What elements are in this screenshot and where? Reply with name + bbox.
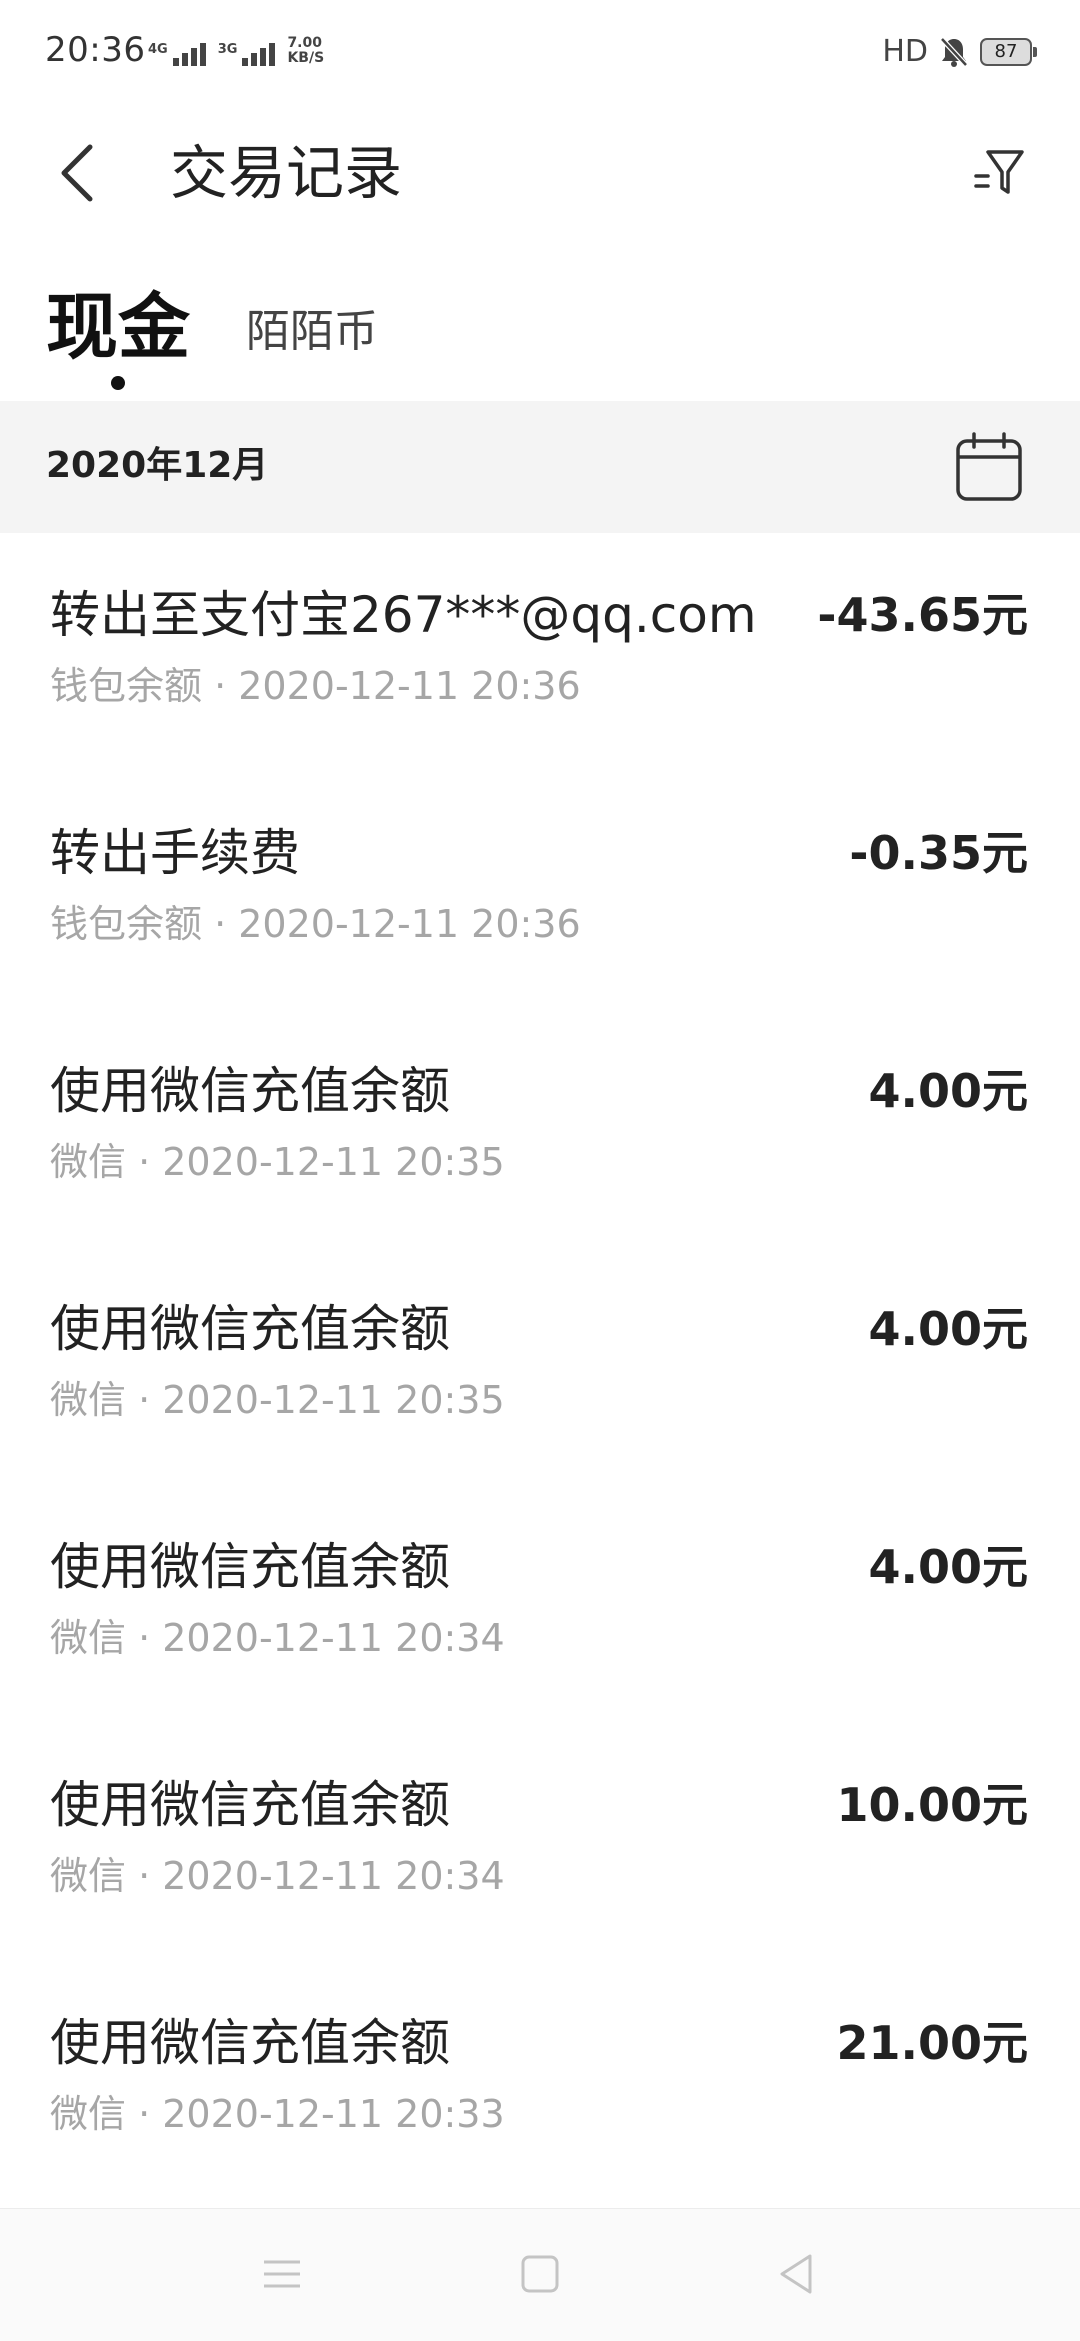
menu-icon <box>264 2260 300 2288</box>
transaction-meta: 钱包余额 · 2020-12-11 20:36 <box>50 664 581 708</box>
bell-off-icon <box>940 36 968 67</box>
month-bar: 2020年12月 <box>0 401 1080 533</box>
transaction-meta: 微信 · 2020-12-11 20:35 <box>50 1140 505 1184</box>
transaction-meta: 微信 · 2020-12-11 20:33 <box>50 2092 505 2136</box>
transaction-row[interactable]: 转出手续费 钱包余额 · 2020-12-11 20:36 -0.35元 <box>0 771 1080 1009</box>
transaction-amount: 21.00元 <box>836 2016 1028 2070</box>
battery-indicator: 87 <box>980 37 1037 66</box>
filter-icon <box>974 150 1024 194</box>
transaction-title: 转出手续费 <box>50 824 300 882</box>
battery-level: 87 <box>994 41 1018 62</box>
square-icon <box>521 2255 559 2293</box>
transaction-row[interactable]: 使用微信充值余额 微信 · 2020-12-11 20:35 4.00元 <box>0 1009 1080 1247</box>
transaction-row[interactable]: 使用微信充值余额 微信 · 2020-12-11 20:34 10.00元 <box>0 1723 1080 1961</box>
transaction-amount: -43.65元 <box>817 588 1028 642</box>
signal-3g-label: 3G <box>217 42 238 57</box>
transaction-amount: 10.00元 <box>836 1778 1028 1832</box>
transaction-meta: 微信 · 2020-12-11 20:35 <box>50 1378 505 1422</box>
nav-home-button[interactable] <box>520 2254 560 2294</box>
transaction-amount: -0.35元 <box>849 826 1028 880</box>
status-right-icons: HD 87 <box>882 34 1037 69</box>
month-label: 2020年12月 <box>46 445 269 486</box>
transaction-row[interactable]: 使用微信充值余额 微信 · 2020-12-11 20:33 21.00元 <box>0 1961 1080 2199</box>
nav-menu-button[interactable] <box>262 2254 302 2294</box>
transaction-amount: 4.00元 <box>868 1540 1029 1594</box>
tab-momo-coin[interactable]: 陌陌币 <box>246 302 378 362</box>
nav-back-button[interactable] <box>776 2252 816 2296</box>
network-speed: 7.00 KB/S <box>287 36 324 66</box>
network-speed-value: 7.00 <box>287 35 322 51</box>
tab-cash[interactable]: 现金 <box>46 282 190 372</box>
transaction-meta: 微信 · 2020-12-11 20:34 <box>50 1616 505 1660</box>
header: 交易记录 <box>0 108 1080 238</box>
transaction-list: 转出至支付宝267***@qq.com 钱包余额 · 2020-12-11 20… <box>0 533 1080 2199</box>
triangle-back-icon <box>780 2254 812 2294</box>
calendar-button[interactable] <box>954 431 1024 505</box>
transaction-amount: 4.00元 <box>868 1302 1029 1356</box>
filter-button[interactable] <box>970 140 1030 204</box>
transaction-title: 使用微信充值余额 <box>50 1776 450 1834</box>
transaction-title: 转出至支付宝267***@qq.com <box>50 586 757 644</box>
calendar-icon <box>956 432 1022 501</box>
status-left-icons: 4G 3G 7.00 KB/S <box>148 36 324 66</box>
transaction-row[interactable]: 使用微信充值余额 微信 · 2020-12-11 20:35 4.00元 <box>0 1247 1080 1485</box>
hd-label: HD <box>882 34 928 69</box>
tabs: 现金 陌陌币 <box>0 272 1080 400</box>
transaction-row[interactable]: 转出至支付宝267***@qq.com 钱包余额 · 2020-12-11 20… <box>0 533 1080 771</box>
back-button[interactable] <box>50 133 110 213</box>
transaction-amount: 4.00元 <box>868 1064 1029 1118</box>
page-title: 交易记录 <box>170 139 403 207</box>
transaction-title: 使用微信充值余额 <box>50 1300 450 1358</box>
signal-4g-label: 4G <box>148 42 168 57</box>
transaction-title: 使用微信充值余额 <box>50 1538 450 1596</box>
signal-4g-icon: 4G <box>148 43 206 66</box>
signal-3g-icon: 3G <box>218 43 276 66</box>
transaction-title: 使用微信充值余额 <box>50 2014 450 2072</box>
chevron-left-icon <box>61 144 93 202</box>
transaction-title: 使用微信充值余额 <box>50 1062 450 1120</box>
transaction-meta: 钱包余额 · 2020-12-11 20:36 <box>50 902 581 946</box>
transaction-meta: 微信 · 2020-12-11 20:34 <box>50 1854 505 1898</box>
tab-active-indicator <box>111 376 125 390</box>
network-speed-unit: KB/S <box>287 50 325 66</box>
status-bar: 20:36 4G 3G 7.00 KB/S HD 87 <box>0 0 1080 108</box>
navigation-bar <box>0 2208 1080 2341</box>
status-time: 20:36 <box>45 30 146 70</box>
transaction-row[interactable]: 使用微信充值余额 微信 · 2020-12-11 20:34 4.00元 <box>0 1485 1080 1723</box>
